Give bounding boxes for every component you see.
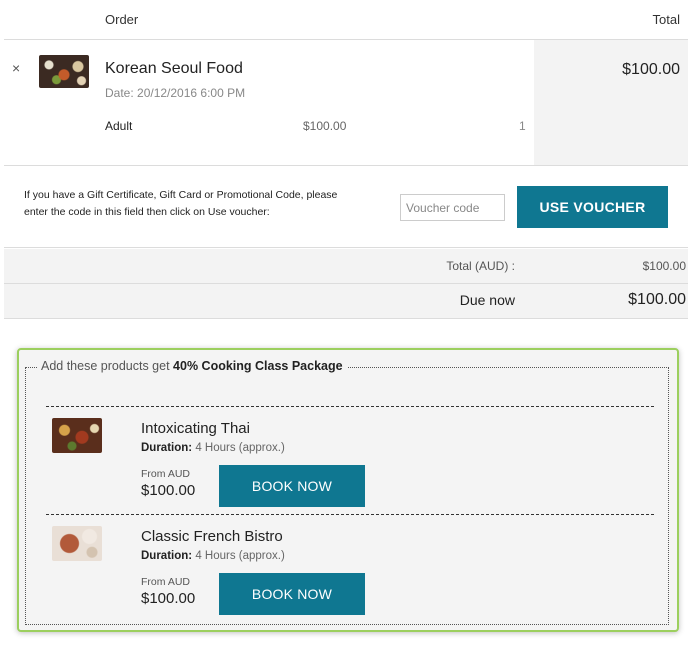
- product-price: $100.00: [141, 590, 196, 607]
- product-name[interactable]: Intoxicating Thai: [141, 420, 250, 437]
- upsell-fieldset: Intoxicating Thai Duration: 4 Hours (app…: [25, 367, 669, 625]
- book-now-button[interactable]: BOOK NOW: [219, 465, 365, 507]
- total-value: $100.00: [642, 259, 686, 273]
- due-now-value: $100.00: [628, 291, 686, 308]
- item-title: Korean Seoul Food: [105, 60, 243, 77]
- cart-header: Order Total: [4, 0, 688, 40]
- legend-offer: 40% Cooking Class Package: [173, 359, 343, 373]
- duration-label: Duration:: [141, 550, 193, 562]
- item-thumbnail: [39, 55, 89, 88]
- upsell-product: Intoxicating Thai Duration: 4 Hours (app…: [46, 406, 654, 515]
- item-quantity: 1: [519, 119, 526, 133]
- total-column-header: Total: [652, 12, 680, 27]
- book-now-button[interactable]: BOOK NOW: [219, 573, 365, 615]
- product-name[interactable]: Classic French Bistro: [141, 528, 283, 545]
- cart-item-row: × Korean Seoul Food Date: 20/12/2016 6:0…: [4, 40, 688, 166]
- product-duration: Duration: 4 Hours (approx.): [141, 550, 285, 562]
- unit-price: $100.00: [303, 119, 347, 133]
- item-date: Date: 20/12/2016 6:00 PM: [105, 86, 246, 100]
- upsell-legend: Add these products get 40% Cooking Class…: [37, 359, 347, 373]
- order-column-header: Order: [105, 12, 139, 27]
- summary-due-row: Due now $100.00: [4, 284, 688, 319]
- product-price: $100.00: [141, 482, 196, 499]
- due-now-label: Due now: [459, 292, 515, 308]
- duration-label: Duration:: [141, 442, 193, 454]
- product-thumbnail: [52, 526, 102, 561]
- ticket-type: Adult: [105, 119, 133, 133]
- voucher-section: If you have a Gift Certificate, Gift Car…: [4, 166, 688, 248]
- upsell-product: Classic French Bistro Duration: 4 Hours …: [46, 514, 654, 623]
- remove-item-icon[interactable]: ×: [12, 60, 20, 76]
- upsell-panel: Intoxicating Thai Duration: 4 Hours (app…: [17, 348, 679, 632]
- duration-value: 4 Hours (approx.): [195, 442, 285, 454]
- duration-value: 4 Hours (approx.): [195, 550, 285, 562]
- price-from-label: From AUD: [141, 576, 191, 588]
- voucher-code-input[interactable]: [400, 194, 505, 221]
- product-thumbnail: [52, 418, 102, 453]
- line-total: $100.00: [622, 61, 680, 78]
- voucher-instructions: If you have a Gift Certificate, Gift Car…: [24, 189, 338, 218]
- price-from-label: From AUD: [141, 468, 191, 480]
- product-duration: Duration: 4 Hours (approx.): [141, 442, 285, 454]
- line-total-cell: [534, 40, 688, 165]
- use-voucher-button[interactable]: USE VOUCHER: [517, 186, 668, 228]
- total-label: Total (AUD) :: [446, 259, 515, 273]
- legend-prefix: Add these products get: [41, 359, 170, 373]
- summary-total-row: Total (AUD) : $100.00: [4, 249, 688, 284]
